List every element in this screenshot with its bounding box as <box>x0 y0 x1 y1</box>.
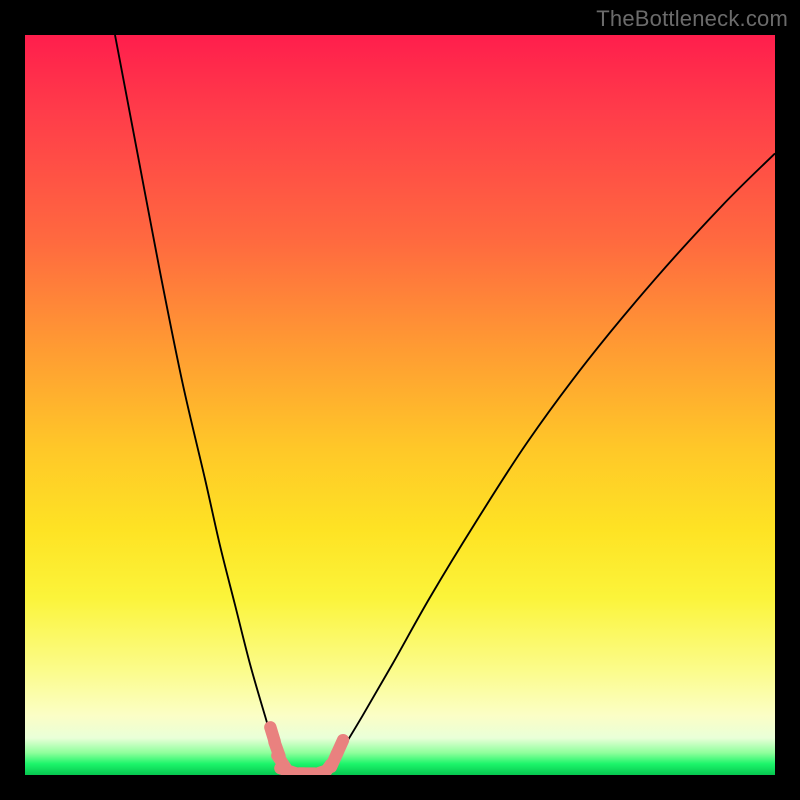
bottleneck-curve-left <box>115 35 288 775</box>
bottleneck-curve-right <box>325 153 775 775</box>
chart-frame: TheBottleneck.com <box>0 0 800 800</box>
plot-area <box>25 35 775 775</box>
highlight-marker <box>337 740 343 754</box>
watermark-text: TheBottleneck.com <box>596 6 788 32</box>
highlight-markers <box>270 727 343 775</box>
curve-layer <box>25 35 775 775</box>
